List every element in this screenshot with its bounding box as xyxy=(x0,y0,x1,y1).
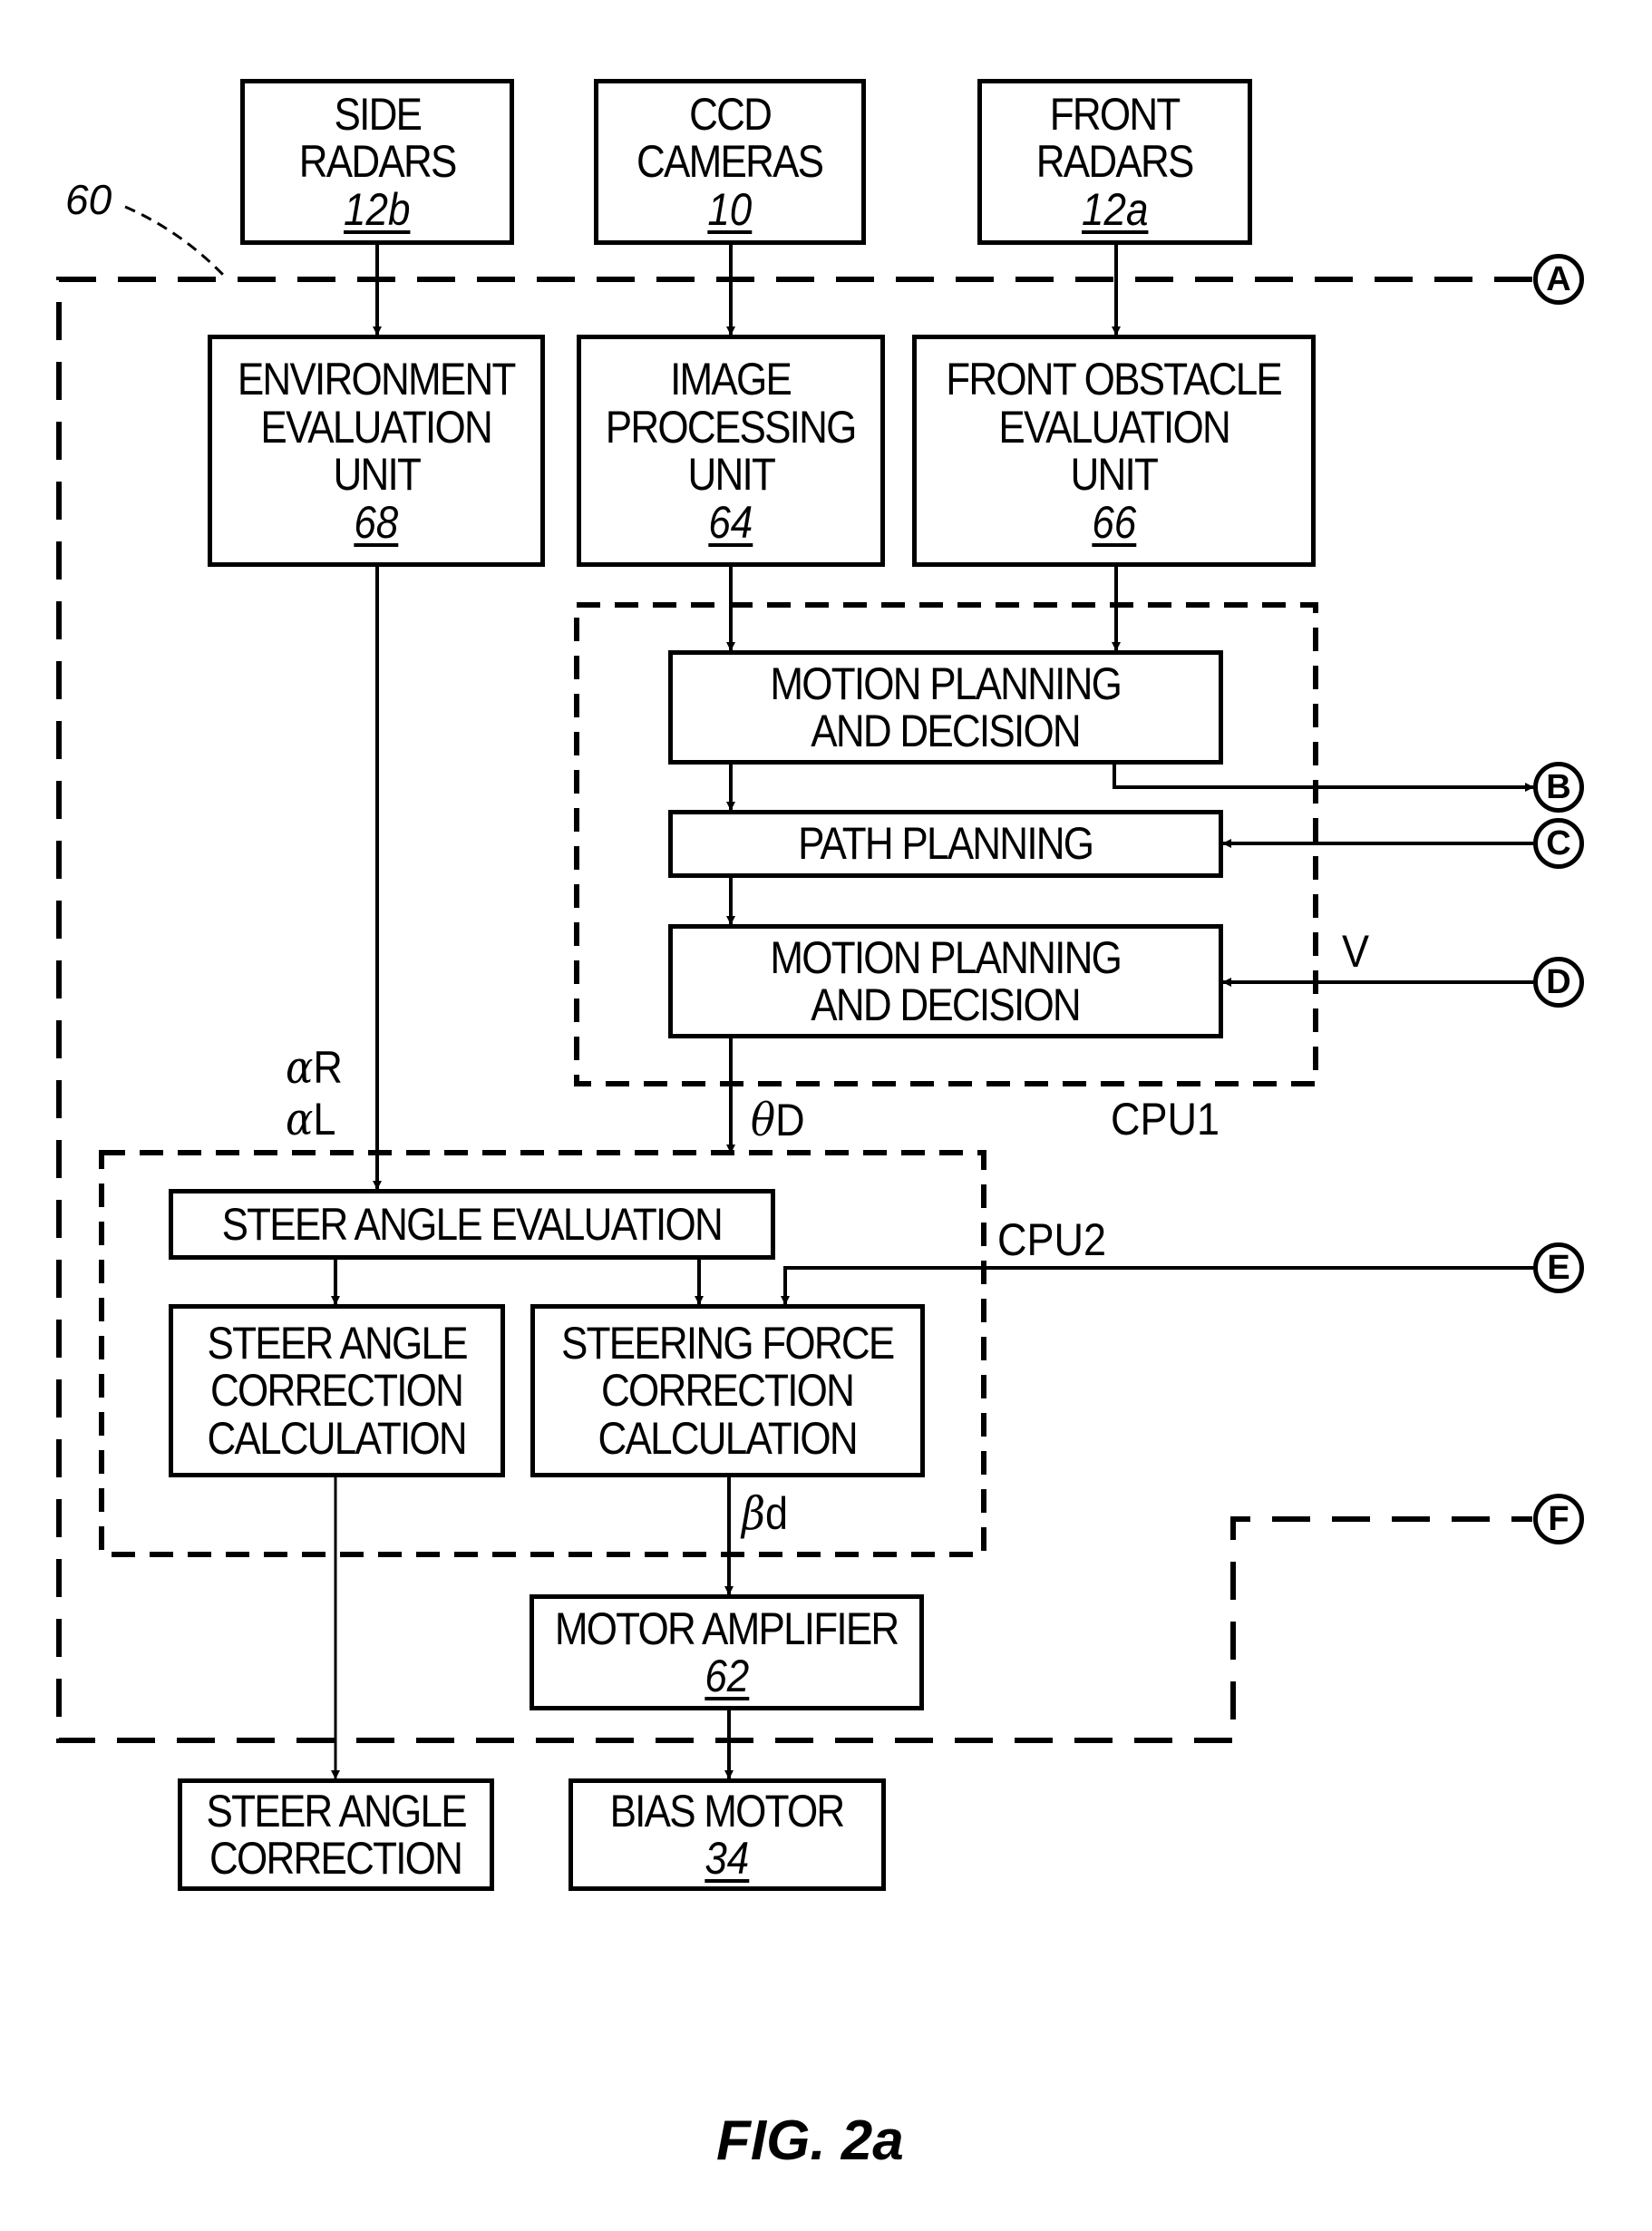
beta-d-signal-label: βd xyxy=(742,1487,788,1540)
block-label: UNIT xyxy=(1070,449,1159,500)
block-label: RADARS xyxy=(298,136,458,188)
block-ref: 68 xyxy=(354,496,399,548)
block-ref: 66 xyxy=(1092,496,1136,548)
block-ref: 10 xyxy=(707,183,753,235)
path-planning-block: PATH PLANNING xyxy=(668,810,1223,878)
arrow-mpd1-to-b xyxy=(1113,765,1534,792)
connector-f: F xyxy=(1533,1494,1584,1544)
figure-caption: FIG. 2a xyxy=(716,2109,904,2172)
block-label: STEERING FORCE xyxy=(561,1317,895,1369)
block-label: IMAGE xyxy=(670,354,792,404)
cpu1-label: CPU1 xyxy=(1111,1094,1220,1145)
block-label: STEER ANGLE xyxy=(206,1785,467,1836)
alpha-l-suffix: L xyxy=(313,1094,336,1145)
block-label: EVALUATION xyxy=(260,401,493,453)
v-signal-label: V xyxy=(1342,926,1370,977)
connector-a: A xyxy=(1533,254,1584,305)
cpu2-label: CPU2 xyxy=(997,1214,1107,1265)
theta-d-suffix: D xyxy=(775,1095,805,1145)
block-label: UNIT xyxy=(333,449,421,500)
steer-angle-correction-block: STEER ANGLE CORRECTION xyxy=(178,1778,494,1891)
block-label: FRONT xyxy=(1050,88,1181,140)
system-ref-label: 60 xyxy=(65,176,112,223)
environment-evaluation-block: ENVIRONMENT EVALUATION UNIT 68 xyxy=(208,335,545,567)
block-label: CORRECTION xyxy=(601,1365,855,1417)
block-label: MOTION PLANNING xyxy=(770,658,1123,709)
alpha-r-suffix: R xyxy=(313,1042,343,1093)
block-label: PROCESSING xyxy=(606,401,858,453)
front-radars-block: FRONT RADARS 12a xyxy=(977,79,1252,245)
block-label: MOTOR AMPLIFIER xyxy=(555,1603,899,1654)
motion-planning-decision-2-block: MOTION PLANNING AND DECISION xyxy=(668,924,1223,1038)
block-label: BIAS MOTOR xyxy=(610,1785,846,1836)
image-processing-block: IMAGE PROCESSING UNIT 64 xyxy=(577,335,885,567)
theta-d-signal-label: θD xyxy=(751,1094,805,1146)
block-label: AND DECISION xyxy=(811,979,1082,1030)
block-label: CAMERAS xyxy=(637,136,824,188)
block-label: CALCULATION xyxy=(598,1412,859,1464)
block-label: MOTION PLANNING xyxy=(770,931,1123,983)
steer-angle-evaluation-block: STEER ANGLE EVALUATION xyxy=(169,1189,775,1260)
block-label: CORRECTION xyxy=(210,1365,464,1417)
ccd-cameras-block: CCD CAMERAS 10 xyxy=(594,79,866,245)
alpha-symbol: α xyxy=(286,1041,314,1094)
block-ref: 34 xyxy=(705,1833,750,1884)
block-ref: 12b xyxy=(344,183,411,235)
front-obstacle-evaluation-block: FRONT OBSTACLE EVALUATION UNIT 66 xyxy=(912,335,1316,567)
block-label: EVALUATION xyxy=(998,401,1230,453)
connector-b: B xyxy=(1533,762,1584,813)
block-label: CALCULATION xyxy=(207,1412,468,1464)
block-label: CCD xyxy=(688,88,773,140)
bias-motor-block: BIAS MOTOR 34 xyxy=(568,1778,886,1891)
side-radars-block: SIDE RADARS 12b xyxy=(240,79,514,245)
steering-force-correction-calculation-block: STEERING FORCE CORRECTION CALCULATION xyxy=(530,1304,925,1477)
block-ref: 62 xyxy=(705,1651,749,1701)
block-label: SIDE xyxy=(334,88,422,140)
connector-e: E xyxy=(1533,1242,1584,1293)
block-label: UNIT xyxy=(687,449,775,500)
motor-amplifier-block: MOTOR AMPLIFIER 62 xyxy=(530,1594,924,1710)
alpha-l-signal-label: αL xyxy=(286,1093,335,1145)
beta-d-suffix: d xyxy=(765,1488,789,1539)
block-label: FRONT OBSTACLE xyxy=(946,354,1284,404)
block-label: CORRECTION xyxy=(209,1833,463,1884)
alpha-r-signal-label: αR xyxy=(286,1041,343,1094)
arrow-e-to-sfcc xyxy=(781,1266,1533,1305)
block-ref: 12a xyxy=(1081,183,1149,235)
alpha-symbol: α xyxy=(286,1093,314,1145)
motion-planning-decision-1-block: MOTION PLANNING AND DECISION xyxy=(668,650,1223,765)
ref-60-leader xyxy=(124,205,227,278)
beta-symbol: β xyxy=(742,1487,766,1540)
block-label: RADARS xyxy=(1036,136,1195,188)
block-ref: 64 xyxy=(708,496,753,548)
connector-c: C xyxy=(1533,818,1584,869)
steer-angle-correction-calculation-block: STEER ANGLE CORRECTION CALCULATION xyxy=(169,1304,505,1477)
block-label: AND DECISION xyxy=(811,706,1082,756)
theta-symbol: θ xyxy=(751,1094,776,1146)
block-label: STEER ANGLE EVALUATION xyxy=(221,1198,724,1250)
block-label: STEER ANGLE xyxy=(207,1317,468,1369)
block-label: ENVIRONMENT xyxy=(238,354,517,404)
connector-d: D xyxy=(1533,957,1584,1008)
block-label: PATH PLANNING xyxy=(798,818,1094,870)
